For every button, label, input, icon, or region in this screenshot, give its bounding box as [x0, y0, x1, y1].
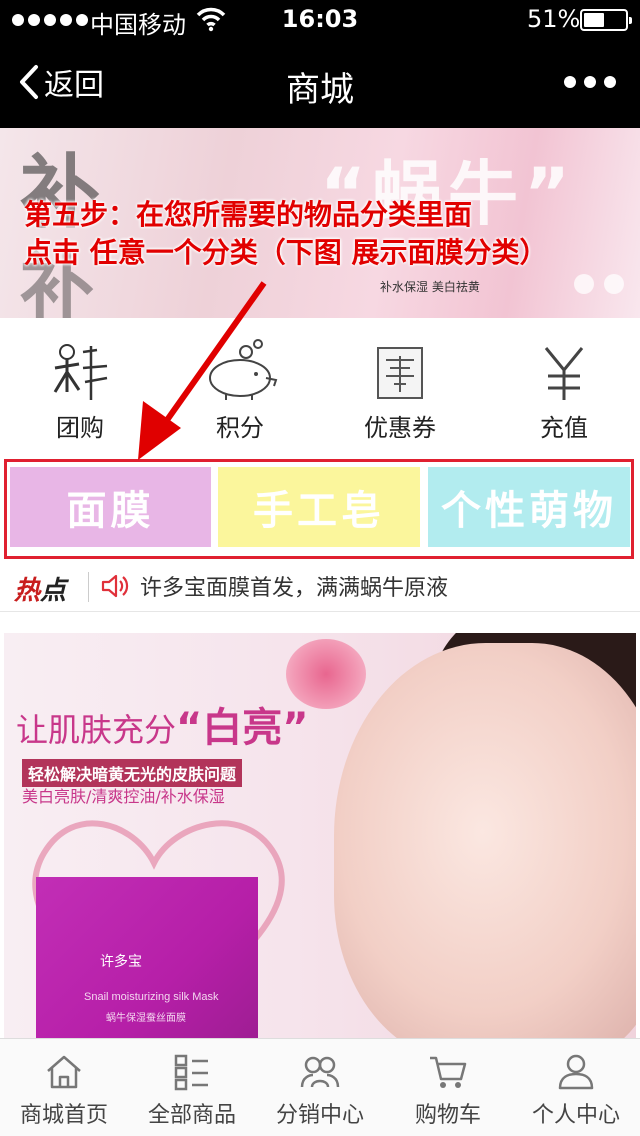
grid-list-icon	[174, 1054, 208, 1091]
quick-link-points[interactable]: 积分	[180, 338, 300, 443]
quick-link-label: 积分	[216, 414, 264, 442]
navigation-bar: 返回 商城	[0, 40, 640, 128]
mask-package-image: 许多宝 Snail moisturizing silk Mask 蜗牛保湿蚕丝面…	[36, 877, 258, 1038]
tab-label: 商城首页	[19, 1103, 108, 1128]
tab-profile[interactable]: 个人中心	[512, 1049, 640, 1129]
hot-news-ticker[interactable]: 热点 许多宝面膜首发，满满蜗牛原液	[0, 562, 640, 612]
quick-link-coupon[interactable]: 优惠券	[340, 338, 460, 443]
tab-cart[interactable]: 购物车	[384, 1049, 512, 1129]
tab-label: 购物车	[414, 1103, 481, 1128]
tutorial-annotation: 第五步：在您所需要的物品分类里面 点击 任意一个分类（下图 展示面膜分类）	[24, 198, 548, 269]
divider	[88, 572, 89, 602]
model-face-image	[334, 643, 636, 1038]
battery-percentage: 51%	[527, 5, 581, 33]
battery-icon	[580, 9, 632, 31]
package-brand: 许多宝	[100, 954, 142, 970]
bottom-tab-bar: 商城首页 全部商品 分销中心 购物车 个人中心	[0, 1038, 640, 1136]
yuan-icon	[544, 347, 584, 400]
group-buy-icon	[53, 344, 108, 400]
category-mask[interactable]: 面膜	[10, 467, 211, 547]
product-banner[interactable]: 让肌肤充分“白亮” 轻松解决暗黄无光的皮肤问题 美白亮肤/清爽控油/补水保湿 许…	[4, 633, 636, 1038]
quick-links: 团购 积分 优惠券 充值	[0, 318, 640, 458]
package-english: Snail moisturizing silk Mask	[84, 991, 219, 1003]
carousel-indicator[interactable]	[574, 274, 624, 294]
quick-link-label: 优惠券	[364, 414, 436, 442]
more-options-button[interactable]	[564, 76, 616, 88]
status-bar: 中国移动 16:03 51%	[0, 0, 640, 40]
quick-link-recharge[interactable]: 充值	[504, 338, 624, 443]
tab-all-products[interactable]: 全部商品	[128, 1049, 256, 1129]
home-icon	[47, 1055, 81, 1089]
tab-home[interactable]: 商城首页	[0, 1049, 128, 1129]
tab-distribution-center[interactable]: 分销中心	[256, 1049, 384, 1129]
piggy-bank-icon	[209, 339, 278, 400]
tab-label: 全部商品	[147, 1103, 236, 1128]
quick-link-label: 充值	[540, 414, 588, 442]
banner-subtitle: 补水保湿 美白祛黄	[380, 280, 480, 294]
quick-link-label: 团购	[56, 414, 104, 442]
people-icon	[300, 1056, 340, 1088]
hot-news-text: 许多宝面膜首发，满满蜗牛原液	[140, 576, 449, 601]
hot-label: 热点	[14, 576, 67, 606]
cart-icon	[430, 1056, 467, 1088]
coupon-icon	[377, 347, 423, 399]
tab-label: 个人中心	[531, 1103, 620, 1128]
category-handmade-soap[interactable]: 手工皂	[218, 467, 420, 547]
quick-link-group-buy[interactable]: 团购	[20, 338, 140, 443]
battery-level-fill	[584, 13, 604, 27]
package-chinese: 蜗牛保湿蚕丝面膜	[106, 1013, 186, 1024]
category-cute-items[interactable]: 个性萌物	[428, 467, 630, 547]
tab-label: 分销中心	[275, 1103, 364, 1128]
person-icon	[558, 1054, 594, 1090]
speaker-icon	[101, 574, 129, 598]
page-title: 商城	[286, 70, 354, 110]
product-slogan: 让肌肤充分“白亮”	[16, 705, 309, 751]
